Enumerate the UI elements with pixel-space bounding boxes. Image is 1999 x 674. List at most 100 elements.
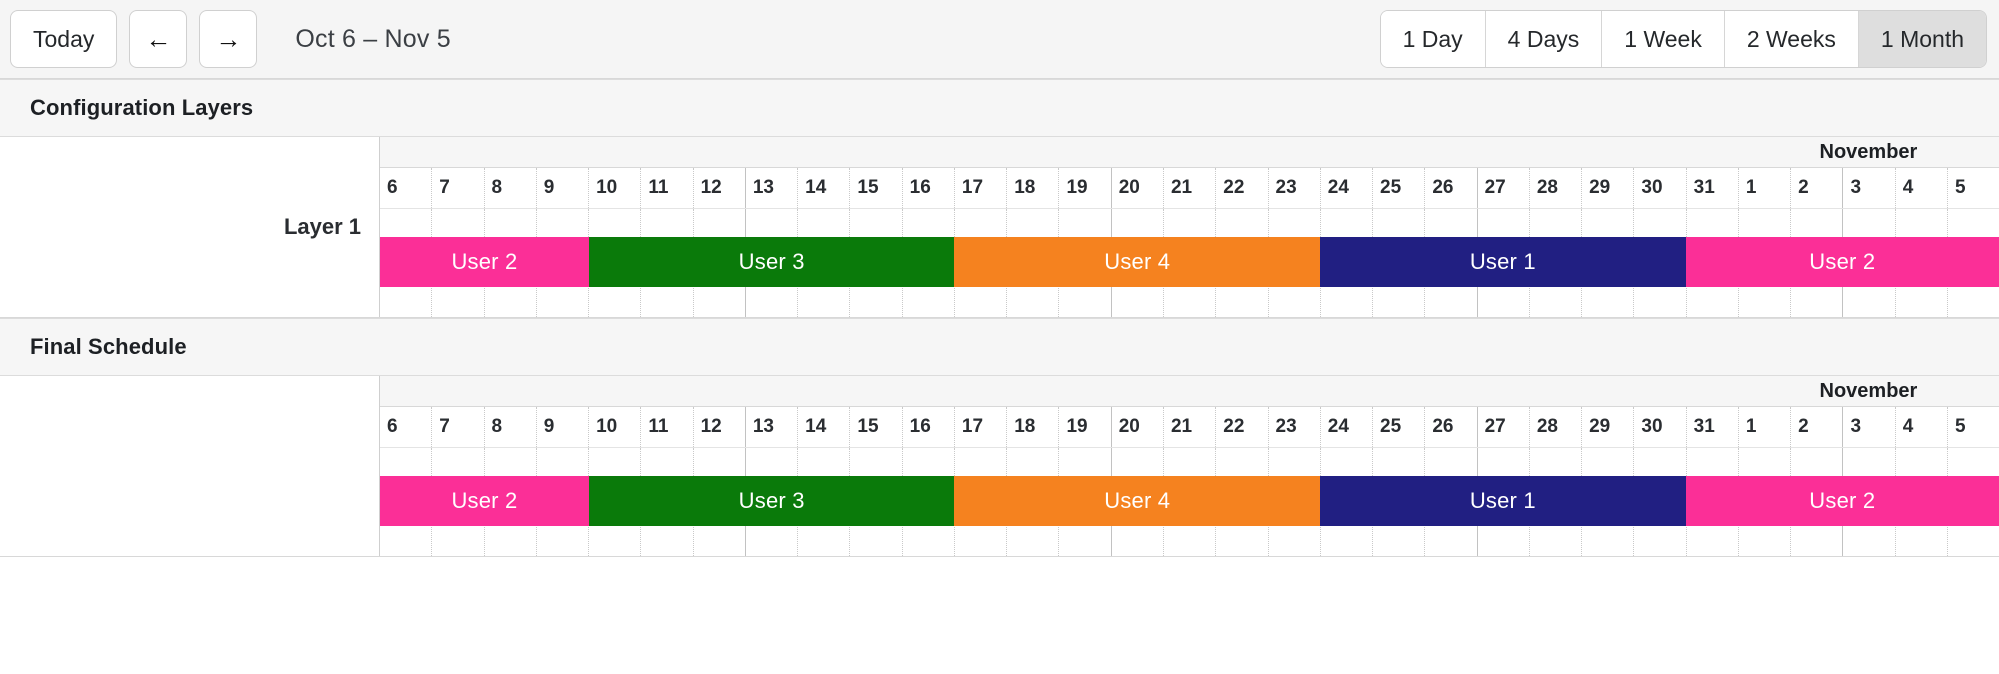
day-header-cell[interactable]: 17 [953, 168, 1006, 208]
event-bar[interactable]: User 2 [1685, 476, 1999, 526]
day-header-cell[interactable]: 6 [380, 168, 431, 208]
day-header-cell[interactable]: 11 [640, 407, 692, 447]
event-bar[interactable]: User 1 [1320, 476, 1686, 526]
row-label-cell: Layer 1 [0, 137, 380, 317]
view-range-option-1-day[interactable]: 1 Day [1380, 11, 1486, 67]
day-header-cell[interactable]: 31 [1685, 168, 1738, 208]
day-header-cell[interactable]: 25 [1372, 407, 1424, 447]
day-header-cell[interactable]: 5 [1946, 407, 1999, 447]
day-number: 6 [387, 416, 398, 437]
day-header-cell[interactable]: 8 [483, 168, 536, 208]
view-range-option-4-days[interactable]: 4 Days [1485, 11, 1603, 67]
day-number: 18 [1014, 177, 1036, 198]
day-header-cell[interactable]: 26 [1424, 407, 1476, 447]
day-header-cell[interactable]: 5 [1946, 168, 1999, 208]
day-header-cell[interactable]: 3 [1842, 407, 1894, 447]
month-strip: November [380, 376, 1999, 406]
day-header-cell[interactable]: 19 [1058, 407, 1110, 447]
day-header-cell[interactable]: 22 [1215, 168, 1267, 208]
day-header-cell[interactable]: 18 [1006, 168, 1058, 208]
day-header-cell[interactable]: 21 [1162, 168, 1215, 208]
day-header-cell[interactable]: 20 [1110, 407, 1163, 447]
day-number: 21 [1170, 177, 1193, 198]
day-header-cell[interactable]: 1 [1737, 407, 1790, 447]
day-header-cell[interactable]: 30 [1633, 168, 1685, 208]
calendar-body: Configuration Layers Layer 1 November 6 7 8 9 1… [0, 78, 1999, 674]
day-header-cell[interactable]: 28 [1528, 168, 1581, 208]
day-header-cell[interactable]: 14 [797, 168, 849, 208]
day-header-cell[interactable]: 25 [1372, 168, 1424, 208]
day-header-cell[interactable]: 20 [1110, 168, 1163, 208]
day-header-cell[interactable]: 15 [849, 168, 901, 208]
event-bar[interactable]: User 2 [380, 476, 589, 526]
day-number: 14 [805, 416, 827, 437]
day-header-cell[interactable]: 28 [1528, 407, 1581, 447]
day-header-cell[interactable]: 23 [1267, 407, 1320, 447]
day-header-cell[interactable]: 4 [1894, 407, 1947, 447]
day-header-cell[interactable]: 31 [1685, 407, 1738, 447]
day-header-cell[interactable]: 19 [1058, 168, 1110, 208]
day-header-cell[interactable]: 30 [1633, 407, 1685, 447]
day-header-cell[interactable]: 21 [1162, 407, 1215, 447]
day-header-cell[interactable]: 3 [1842, 168, 1894, 208]
event-bar-label: User 2 [451, 249, 518, 274]
day-header-cell[interactable]: 2 [1790, 407, 1842, 447]
day-header-cell[interactable]: 29 [1581, 407, 1633, 447]
day-header-cell[interactable]: 27 [1476, 168, 1529, 208]
day-header-cell[interactable]: 22 [1215, 407, 1267, 447]
day-header-cell[interactable]: 27 [1476, 407, 1529, 447]
event-bar-label: User 2 [451, 488, 518, 513]
event-bar[interactable]: User 4 [954, 237, 1321, 287]
day-header-cell[interactable]: 17 [953, 407, 1006, 447]
event-bar[interactable]: User 3 [588, 237, 955, 287]
day-header-cell[interactable]: 2 [1790, 168, 1842, 208]
day-header-cell[interactable]: 7 [431, 168, 483, 208]
day-header-cell[interactable]: 18 [1006, 407, 1058, 447]
day-number: 11 [648, 177, 669, 198]
day-header-cell[interactable]: 10 [588, 168, 640, 208]
previous-period-button[interactable]: ← [129, 10, 188, 68]
day-header-cell[interactable]: 4 [1894, 168, 1947, 208]
event-bar[interactable]: User 2 [1685, 237, 1999, 287]
day-header-cell[interactable]: 23 [1267, 168, 1320, 208]
day-header-cell[interactable]: 9 [535, 168, 588, 208]
event-bar[interactable]: User 3 [588, 476, 955, 526]
day-header-cell[interactable]: 24 [1319, 407, 1372, 447]
day-number: 31 [1693, 416, 1715, 437]
event-bar-track: User 2 User 3 User 4 User 1 User 2 [380, 237, 1999, 287]
day-header-cell[interactable]: 13 [744, 407, 797, 447]
next-period-button[interactable]: → [199, 10, 258, 68]
event-bar[interactable]: User 2 [380, 237, 589, 287]
day-header-cell[interactable]: 8 [483, 407, 536, 447]
day-header-cell[interactable]: 9 [535, 407, 588, 447]
day-header-cell[interactable]: 13 [744, 168, 797, 208]
day-header-cell[interactable]: 10 [588, 407, 640, 447]
view-range-option-1-week[interactable]: 1 Week [1602, 11, 1725, 67]
month-label: November [1819, 380, 1918, 402]
day-number: 5 [1954, 177, 1966, 198]
event-band: User 2 User 3 User 4 User 1 User 2 [380, 448, 1999, 556]
day-header-cell[interactable]: 7 [431, 407, 483, 447]
day-header-cell[interactable]: 1 [1737, 168, 1790, 208]
day-header-cell[interactable]: 24 [1319, 168, 1372, 208]
event-bar[interactable]: User 1 [1320, 237, 1686, 287]
day-header-cell[interactable]: 11 [640, 168, 692, 208]
event-bar-label: User 3 [738, 488, 805, 513]
day-header-cell[interactable]: 29 [1581, 168, 1633, 208]
day-header-cell[interactable]: 12 [692, 407, 745, 447]
view-range-option-1-month[interactable]: 1 Month [1858, 11, 1986, 67]
day-header-cell[interactable]: 6 [380, 407, 431, 447]
day-number: 9 [543, 177, 555, 198]
today-button[interactable]: Today [10, 10, 118, 68]
view-range-option-label: 1 Month [1880, 25, 1964, 52]
day-header-cell[interactable]: 14 [797, 407, 849, 447]
day-header-cell[interactable]: 16 [901, 407, 954, 447]
view-range-option-2-weeks[interactable]: 2 Weeks [1724, 11, 1859, 67]
day-header-cell[interactable]: 15 [849, 407, 901, 447]
event-bar[interactable]: User 4 [954, 476, 1321, 526]
arrow-right-icon: → [215, 24, 242, 54]
day-number: 3 [1850, 177, 1862, 198]
day-header-cell[interactable]: 26 [1424, 168, 1476, 208]
day-header-cell[interactable]: 16 [901, 168, 954, 208]
day-header-cell[interactable]: 12 [692, 168, 745, 208]
